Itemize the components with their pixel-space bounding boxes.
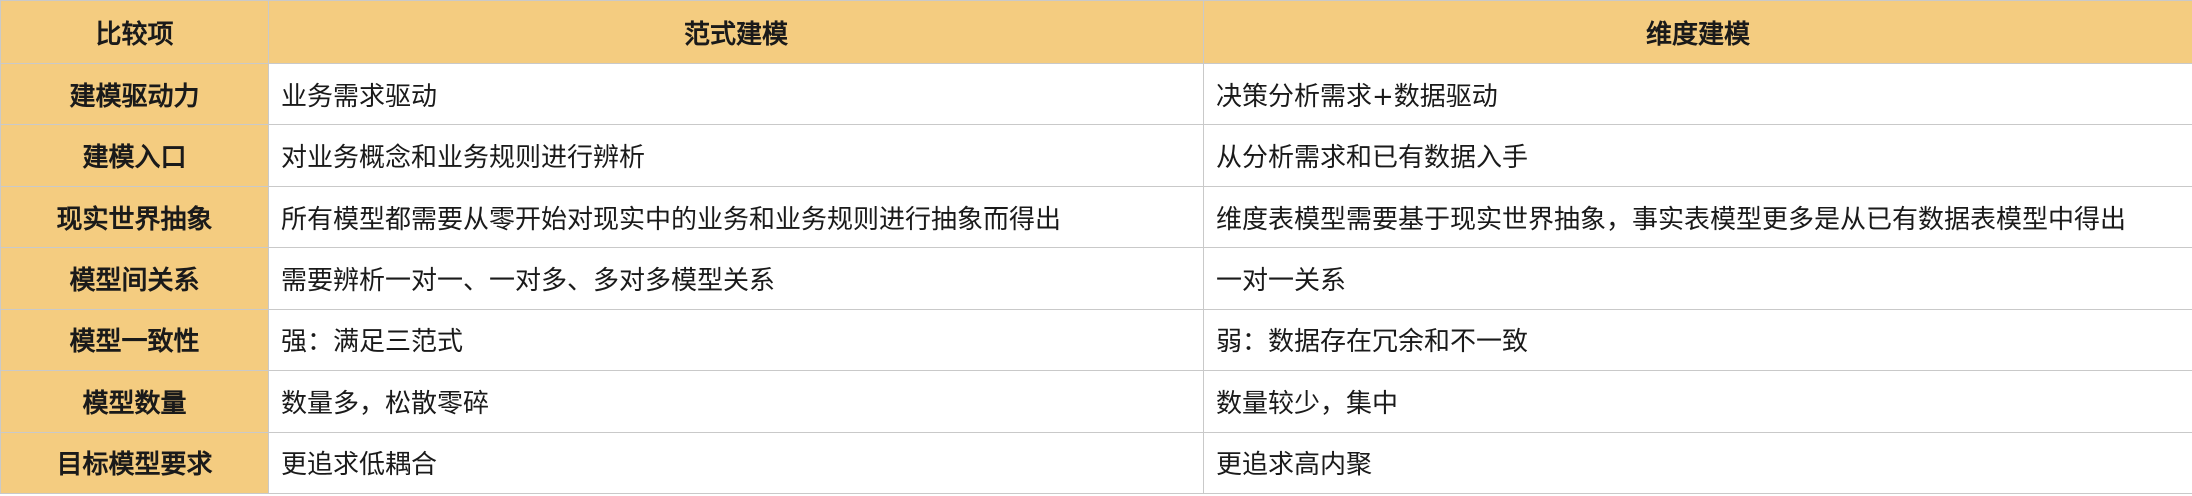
dimensional-cell: 从分析需求和已有数据入手 — [1203, 124, 2192, 187]
dimensional-cell: 维度表模型需要基于现实世界抽象，事实表模型更多是从已有数据表模型中得出 — [1203, 185, 2192, 249]
dimensional-cell: 一对一关系 — [1203, 247, 2192, 310]
dimensional-cell: 弱：数据存在冗余和不一致 — [1203, 308, 2192, 372]
dimensional-cell: 数量较少，集中 — [1203, 370, 2192, 433]
header-comparison-item: 比较项 — [0, 0, 269, 64]
normalized-cell: 业务需求驱动 — [268, 62, 1204, 126]
table-row: 建模驱动力 业务需求驱动 决策分析需求+数据驱动 — [0, 62, 2192, 126]
normalized-cell: 需要辨析一对一、一对多、多对多模型关系 — [268, 247, 1204, 310]
normalized-cell: 强：满足三范式 — [268, 308, 1204, 372]
comparison-table: 比较项 范式建模 维度建模 建模驱动力 业务需求驱动 决策分析需求+数据驱动 建… — [0, 0, 2192, 495]
table-row: 建模入口 对业务概念和业务规则进行辨析 从分析需求和已有数据入手 — [0, 124, 2192, 187]
table-row: 模型一致性 强：满足三范式 弱：数据存在冗余和不一致 — [0, 308, 2192, 372]
dimensional-cell: 决策分析需求+数据驱动 — [1203, 62, 2192, 126]
table-row: 目标模型要求 更追求低耦合 更追求高内聚 — [0, 431, 2192, 495]
table-row: 模型间关系 需要辨析一对一、一对多、多对多模型关系 一对一关系 — [0, 247, 2192, 310]
row-label: 模型数量 — [0, 370, 269, 433]
header-normalized-modeling: 范式建模 — [268, 0, 1204, 64]
table-row: 模型数量 数量多，松散零碎 数量较少，集中 — [0, 370, 2192, 433]
header-row: 比较项 范式建模 维度建模 — [0, 0, 2192, 64]
normalized-cell: 数量多，松散零碎 — [268, 370, 1204, 433]
row-label: 目标模型要求 — [0, 431, 269, 495]
row-label: 建模入口 — [0, 124, 269, 187]
table-header: 比较项 范式建模 维度建模 — [0, 0, 2192, 64]
normalized-cell: 所有模型都需要从零开始对现实中的业务和业务规则进行抽象而得出 — [268, 185, 1204, 249]
row-label: 模型一致性 — [0, 308, 269, 372]
table-row: 现实世界抽象 所有模型都需要从零开始对现实中的业务和业务规则进行抽象而得出 维度… — [0, 185, 2192, 249]
table-body: 建模驱动力 业务需求驱动 决策分析需求+数据驱动 建模入口 对业务概念和业务规则… — [0, 62, 2192, 495]
row-label: 模型间关系 — [0, 247, 269, 310]
dimensional-cell: 更追求高内聚 — [1203, 431, 2192, 495]
header-dimensional-modeling: 维度建模 — [1203, 0, 2192, 64]
normalized-cell: 对业务概念和业务规则进行辨析 — [268, 124, 1204, 187]
normalized-cell: 更追求低耦合 — [268, 431, 1204, 495]
row-label: 现实世界抽象 — [0, 185, 269, 249]
row-label: 建模驱动力 — [0, 62, 269, 126]
